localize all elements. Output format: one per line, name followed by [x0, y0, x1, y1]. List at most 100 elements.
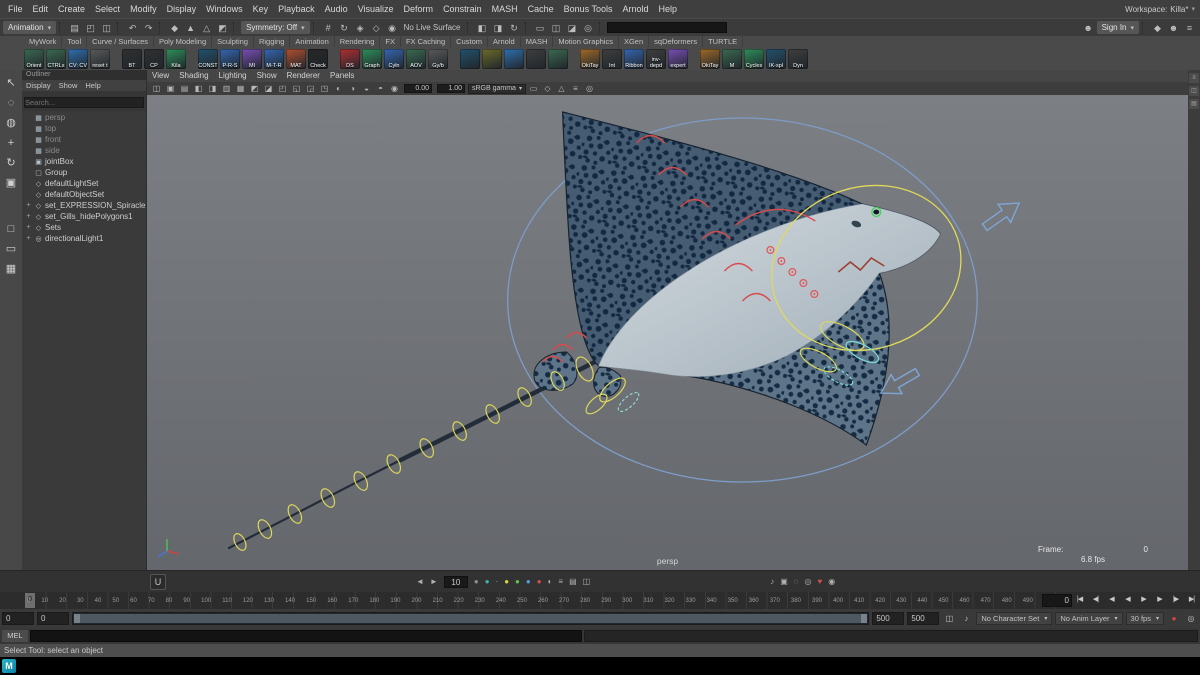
heart-icon[interactable]: ♥ [818, 577, 823, 586]
viewport-toolbar-icon-11[interactable]: ◲ [304, 84, 317, 93]
render-frame-icon[interactable]: ◫ [549, 21, 564, 35]
shelf-item-mat[interactable]: MAT [286, 48, 306, 69]
paint-select-tool[interactable]: ◍ [0, 113, 22, 133]
open-scene-icon[interactable]: ◰ [83, 21, 98, 35]
play-button[interactable]: ▶ [1137, 593, 1150, 607]
prev-key-button[interactable]: ◀| [1089, 593, 1102, 607]
outliner-menu-help[interactable]: Help [81, 80, 104, 91]
user-icon[interactable]: ☻ [1081, 21, 1096, 35]
u-logo-icon[interactable]: U [150, 573, 166, 590]
viewport-toolbar-icon-b2[interactable]: △ [555, 84, 568, 93]
construction-history-icon[interactable]: ↻ [507, 21, 522, 35]
save-scene-icon[interactable]: ◫ [99, 21, 114, 35]
menu-deform[interactable]: Deform [399, 4, 439, 14]
shelf-item[interactable] [526, 48, 546, 69]
shelf-tab-custom[interactable]: Custom [451, 36, 488, 47]
expand-icon[interactable]: + [25, 224, 32, 231]
shelf-item-cv-cv[interactable]: CV: CV [68, 48, 88, 69]
shelf-item-ribbon[interactable]: Ribbon [624, 48, 644, 69]
ray-tail[interactable] [227, 359, 597, 550]
snap-to-points-icon[interactable]: ◈ [353, 21, 368, 35]
next-bookmark-icon[interactable]: ► [430, 577, 438, 586]
output-connections-icon[interactable]: ◨ [491, 21, 506, 35]
shelf-item-inv-depd[interactable]: inv-depd [646, 48, 666, 69]
menu-help[interactable]: Help [654, 4, 683, 14]
shelf-tab-tool[interactable]: Tool [62, 36, 88, 47]
viewport-toolbar-icon-b4[interactable]: ◎ [583, 84, 596, 93]
fps-selector[interactable]: 30 fps [1125, 612, 1164, 625]
select-object-icon[interactable]: ▲ [183, 21, 198, 35]
viewport-toolbar-icon-0[interactable]: ◫ [150, 84, 163, 93]
viewport-toolbar-icon-8[interactable]: ◪ [262, 84, 275, 93]
playback-start-field[interactable]: 0 [37, 612, 69, 625]
viewport-toolbar-icon-b3[interactable]: ≡ [569, 84, 582, 93]
outliner-item-front[interactable]: ▦ front [22, 134, 146, 145]
outliner-item-defaultobjectset[interactable]: ◇ defaultObjectSet [22, 189, 146, 200]
expand-icon[interactable]: + [25, 235, 32, 242]
shelf-item-aov[interactable]: AOV [406, 48, 426, 69]
anim-layer-selector[interactable]: No Anim Layer [1055, 612, 1123, 625]
viewport-toolbar-icon-4[interactable]: ◨ [206, 84, 219, 93]
menu-cache[interactable]: Cache [523, 4, 559, 14]
menu-audio[interactable]: Audio [320, 4, 353, 14]
shelf-item-int[interactable]: Int [602, 48, 622, 69]
menu-modify[interactable]: Modify [125, 4, 162, 14]
menu-key[interactable]: Key [248, 4, 274, 14]
camera-icon[interactable]: ▣ [780, 577, 788, 586]
viewport-toolbar-icon-6[interactable]: ▦ [234, 84, 247, 93]
viewport-menu-panels[interactable]: Panels [325, 70, 359, 82]
range-start-handle[interactable] [74, 614, 80, 623]
viewport-menu-renderer[interactable]: Renderer [282, 70, 325, 82]
outliner-search-input[interactable] [24, 97, 144, 108]
tick-divider-icon[interactable]: · [496, 577, 499, 586]
viewport-menu-view[interactable]: View [147, 70, 174, 82]
shelf-item[interactable] [482, 48, 502, 69]
menu-visualize[interactable]: Visualize [353, 4, 399, 14]
viewport-toolbar-icon-16[interactable]: ◓ [374, 84, 387, 93]
menu-display[interactable]: Display [162, 4, 202, 14]
snap-to-planes-icon[interactable]: ◇ [369, 21, 384, 35]
shelf-item-ik-spl[interactable]: IK-spl [766, 48, 786, 69]
viewport-toolbar-icon-10[interactable]: ◱ [290, 84, 303, 93]
bars-icon[interactable]: ▤ [569, 577, 577, 586]
command-line-output[interactable] [584, 630, 1198, 642]
snap-to-grids-icon[interactable]: # [321, 21, 336, 35]
menu-constrain[interactable]: Constrain [438, 4, 487, 14]
viewport-toolbar-icon-b0[interactable]: ▭ [527, 84, 540, 93]
ipr-render-icon[interactable]: ◪ [565, 21, 580, 35]
viewport-menu-lighting[interactable]: Lighting [214, 70, 252, 82]
playback-speed-icon[interactable]: ◫ [942, 614, 956, 623]
command-line-mode-button[interactable]: MEL [2, 630, 28, 642]
new-scene-icon[interactable]: ▤ [67, 21, 82, 35]
animation-end-field[interactable]: 500 [907, 612, 940, 625]
viewport-toolbar-icon-12[interactable]: ◳ [318, 84, 331, 93]
shelf-tab-rendering[interactable]: Rendering [335, 36, 381, 47]
shelf-tab-curve-surfaces[interactable]: Curve / Surfaces [87, 36, 154, 47]
outliner-item-set-expression-spiracles[interactable]: + ◇ set_EXPRESSION_Spiracles [22, 200, 146, 211]
key-teal-dot-icon[interactable]: ● [485, 577, 490, 586]
play-back-button[interactable]: ◀ [1121, 593, 1134, 607]
menu-select[interactable]: Select [90, 4, 125, 14]
menu-playback[interactable]: Playback [273, 4, 320, 14]
outliner-item-group[interactable]: ▢ Group [22, 167, 146, 178]
viewport-toolbar-icon-5[interactable]: ▥ [220, 84, 233, 93]
ray-model[interactable] [533, 111, 941, 446]
outliner-item-top[interactable]: ▦ top [22, 123, 146, 134]
scene-3d[interactable] [147, 95, 1188, 570]
viewport-toolbar-icon-17[interactable]: ◉ [388, 84, 401, 93]
tool-settings-toggle-icon[interactable]: ◫ [1189, 86, 1199, 96]
shelf-tab-turtle[interactable]: TURTLE [703, 36, 744, 47]
expand-icon[interactable]: + [25, 202, 32, 209]
input-connections-icon[interactable]: ◧ [475, 21, 490, 35]
rotate-tool[interactable]: ↻ [0, 153, 22, 173]
maya-logo-icon[interactable]: M [2, 659, 16, 673]
prev-bookmark-icon[interactable]: ◄ [416, 577, 424, 586]
menu-windows[interactable]: Windows [201, 4, 248, 14]
shelf-tab-sculpting[interactable]: Sculpting [212, 36, 254, 47]
shelf-item[interactable] [460, 48, 480, 69]
menu-arnold[interactable]: Arnold [618, 4, 654, 14]
scale-tool[interactable]: ▣ [0, 173, 22, 193]
animation-start-field[interactable]: 0 [2, 612, 34, 625]
key-yellow-dot-icon[interactable]: ● [504, 577, 509, 586]
shelf-tab-poly-modeling[interactable]: Poly Modeling [154, 36, 213, 47]
